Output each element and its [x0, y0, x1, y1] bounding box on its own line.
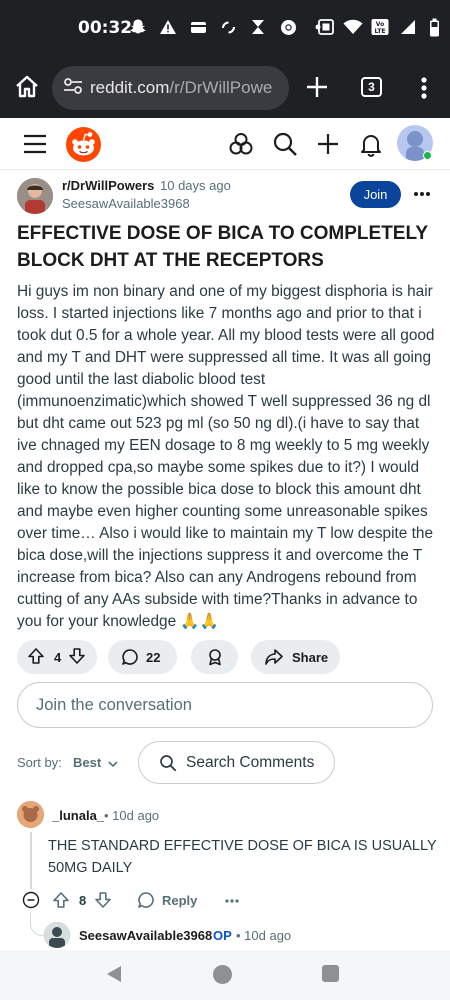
post-title: EFFECTIVE DOSE OF BICA TO COMPLETELY BLO…	[17, 223, 428, 271]
new-tab-icon[interactable]	[302, 72, 332, 102]
comment-downvote-icon[interactable]	[94, 891, 112, 909]
reddit-logo-icon[interactable]	[66, 127, 101, 162]
back-icon[interactable]	[105, 964, 123, 989]
comment-count: 22	[146, 649, 161, 665]
comment-icon	[122, 649, 138, 665]
screenshot-icon	[316, 16, 336, 38]
post-score: 4	[54, 649, 62, 665]
url-text: reddit.com/r/DrWillPowe	[90, 78, 272, 98]
thread-line[interactable]	[30, 832, 32, 889]
reply-username[interactable]: SeesawAvailable3968	[79, 928, 212, 943]
reply-age: • 10d ago	[236, 928, 292, 943]
search-icon	[160, 754, 177, 771]
comments-button[interactable]: 22	[108, 640, 177, 674]
chrome-icon	[278, 16, 298, 38]
reply-button[interactable]: Reply	[137, 891, 197, 909]
svg-text:Vo: Vo	[376, 21, 384, 28]
warning-icon	[158, 16, 178, 38]
upvote-icon[interactable]	[27, 647, 45, 668]
share-icon	[265, 649, 283, 665]
more-horiz-icon[interactable]	[412, 184, 432, 204]
reply-thread-connector	[30, 912, 44, 936]
menu-icon[interactable]	[22, 132, 48, 156]
downvote-icon[interactable]	[68, 647, 86, 668]
snapchat-icon	[128, 16, 148, 38]
explore-icon[interactable]	[228, 131, 254, 157]
online-status-dot	[423, 151, 432, 160]
url-host: reddit.com	[90, 78, 170, 97]
home-nav-icon[interactable]	[213, 965, 232, 984]
status-time: 00:32	[78, 18, 133, 38]
wifi-icon	[343, 16, 363, 38]
comment-age: • 10d ago	[104, 808, 160, 823]
sort-label: Sort by:	[17, 755, 62, 770]
comment-text: THE STANDARD EFFECTIVE DOSE OF BICA IS U…	[48, 838, 437, 876]
award-icon	[208, 649, 221, 666]
comment-username[interactable]: _lunala_	[52, 808, 104, 823]
hourglass-icon	[248, 16, 268, 38]
reddit-header	[0, 118, 450, 170]
more-vert-icon[interactable]	[412, 74, 436, 102]
system-nav-bar	[0, 950, 450, 1000]
share-label: Share	[292, 649, 329, 665]
svg-text:LTE: LTE	[374, 28, 385, 35]
post-age: 10 days ago	[160, 178, 231, 193]
post-body: Hi guys im non binary and one of my bigg…	[17, 283, 435, 630]
address-bar[interactable]: reddit.com/r/DrWillPowe	[52, 66, 289, 110]
browser-toolbar: reddit.com/r/DrWillPowe 3	[0, 58, 450, 118]
wallet-icon	[188, 16, 208, 38]
site-settings-icon[interactable]	[62, 76, 84, 101]
battery-icon	[424, 16, 444, 38]
home-icon[interactable]	[12, 72, 42, 102]
recents-icon[interactable]	[322, 965, 339, 982]
reply-label: Reply	[162, 892, 198, 908]
join-conversation-input[interactable]: Join the conversation	[17, 682, 433, 728]
join-button[interactable]: Join	[350, 181, 401, 208]
subreddit-name[interactable]: r/DrWillPowers	[62, 178, 154, 193]
volte-icon: Vo LTE	[370, 16, 390, 38]
award-button[interactable]	[191, 640, 238, 674]
tab-switcher-button[interactable]: 3	[361, 77, 382, 97]
vote-pill: 4	[17, 640, 97, 674]
comment-avatar[interactable]	[17, 801, 44, 828]
sort-dropdown[interactable]: Best	[73, 755, 101, 770]
system-icons: Vo LTE	[316, 16, 444, 38]
create-post-icon[interactable]	[315, 131, 341, 157]
reply-icon	[138, 892, 154, 908]
notifications-bell-icon[interactable]	[358, 131, 384, 157]
notification-icons	[128, 16, 328, 38]
subreddit-avatar[interactable]	[17, 178, 53, 214]
status-bar: 00:32 Vo LTE	[0, 0, 450, 58]
comment-upvote-icon[interactable]	[52, 891, 70, 909]
op-badge: OP	[213, 928, 232, 943]
signal-icon	[397, 16, 417, 38]
share-button[interactable]: Share	[251, 640, 340, 674]
sync-icon	[218, 16, 238, 38]
post-author[interactable]: SeesawAvailable3968	[62, 196, 190, 211]
collapse-thread-icon[interactable]	[22, 891, 40, 909]
reply-avatar[interactable]	[44, 922, 70, 948]
comment-score: 8	[79, 893, 87, 908]
search-comments-label: Search Comments	[186, 753, 315, 771]
url-path: /r/DrWillPowe	[169, 78, 273, 97]
search-icon[interactable]	[272, 131, 298, 157]
comment-more-icon[interactable]	[224, 894, 240, 906]
chevron-down-icon[interactable]	[107, 757, 119, 769]
search-comments-button[interactable]: Search Comments	[138, 741, 335, 784]
